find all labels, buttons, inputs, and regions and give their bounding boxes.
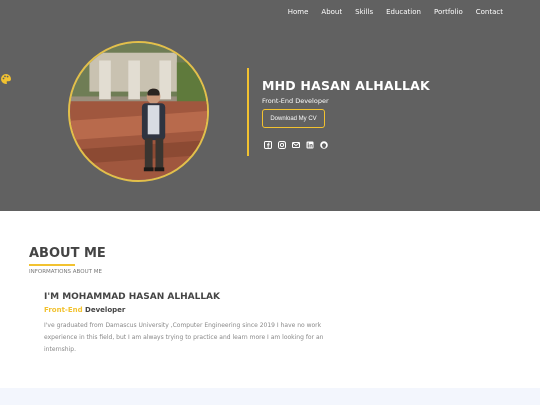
next-section-band	[0, 388, 540, 405]
palette-icon[interactable]	[0, 70, 12, 84]
nav-home[interactable]: Home	[288, 7, 309, 17]
about-title-underline	[29, 264, 75, 266]
nav-about[interactable]: About	[321, 7, 342, 17]
about-role-rest: Developer	[85, 306, 126, 314]
about-title: ABOUT ME	[29, 246, 106, 261]
top-nav: Home About Skills Education Portfolio Co…	[275, 7, 503, 17]
instagram-icon[interactable]	[278, 134, 286, 149]
about-text: I've graduated from Damascus University …	[44, 322, 324, 353]
profile-photo	[68, 41, 209, 182]
hero-divider	[247, 68, 249, 156]
hero-name: MHD HASAN ALHALLAK	[262, 78, 430, 93]
about-heading: I'M MOHAMMAD HASAN ALHALLAK	[44, 292, 220, 302]
nav-contact[interactable]: Contact	[476, 7, 503, 17]
about-role: Front-End Developer	[44, 306, 125, 314]
nav-skills[interactable]: Skills	[355, 7, 373, 17]
hero-section: Home About Skills Education Portfolio Co…	[0, 0, 540, 211]
about-role-highlight: Front-End	[44, 306, 83, 314]
facebook-icon[interactable]	[264, 134, 272, 149]
hero-role: Front-End Developer	[262, 97, 329, 105]
social-links	[264, 134, 328, 149]
email-icon[interactable]	[292, 134, 300, 148]
linkedin-icon[interactable]	[306, 134, 314, 149]
about-subtitle: INFORMATIONS ABOUT ME	[29, 269, 102, 275]
download-cv-button[interactable]: Download My CV	[262, 109, 325, 128]
nav-education[interactable]: Education	[386, 7, 421, 17]
nav-portfolio[interactable]: Portfolio	[434, 7, 463, 17]
github-icon[interactable]	[320, 134, 328, 149]
